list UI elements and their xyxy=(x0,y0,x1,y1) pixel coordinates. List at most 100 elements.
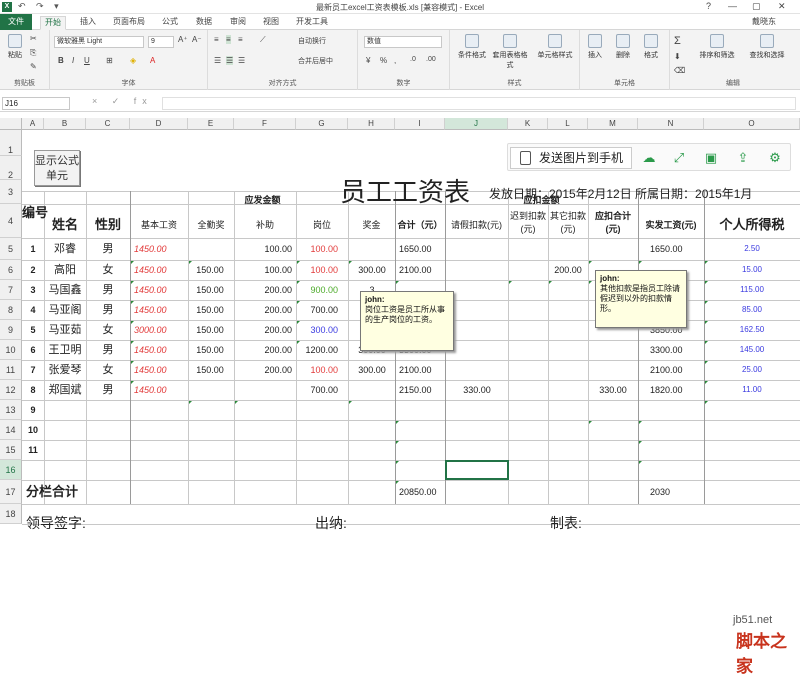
decrease-decimal-icon[interactable]: .00 xyxy=(426,56,436,63)
emp-subsidy[interactable]: 200.00 xyxy=(234,320,292,340)
conditional-format-button[interactable]: 条件格式 xyxy=(454,34,490,60)
tab-review[interactable]: 审阅 xyxy=(230,16,246,30)
percent-icon[interactable]: % xyxy=(380,56,387,65)
emp-bonus[interactable] xyxy=(352,238,392,260)
font-name-select[interactable]: 微软雅黑 Light xyxy=(54,36,144,48)
header-name[interactable]: 姓名 xyxy=(44,213,86,237)
emp-attend[interactable]: 150.00 xyxy=(190,360,230,380)
emp-total[interactable]: 2150.00 xyxy=(399,380,443,400)
formula-input[interactable] xyxy=(162,97,796,110)
emp-post[interactable]: 100.00 xyxy=(296,360,338,380)
row-header-11[interactable]: 11 xyxy=(0,360,22,380)
header-post[interactable]: 岗位 xyxy=(296,213,348,237)
formula-buttons[interactable]: × ✓ fx xyxy=(92,96,153,107)
row-header-15[interactable]: 15 xyxy=(0,440,22,460)
row-header-9[interactable]: 9 xyxy=(0,320,22,340)
emp-name[interactable]: 马亚阁 xyxy=(44,300,86,320)
emp-name[interactable]: 王卫明 xyxy=(44,340,86,360)
column-header-h[interactable]: H xyxy=(348,118,395,130)
emp-base[interactable]: 1450.00 xyxy=(134,260,184,280)
column-header-e[interactable]: E xyxy=(188,118,234,130)
maximize-button[interactable]: ▢ xyxy=(752,1,761,12)
emp-other[interactable] xyxy=(550,320,586,340)
emp-dtotal[interactable] xyxy=(590,340,636,360)
tab-data[interactable]: 数据 xyxy=(196,16,212,30)
emp-leave[interactable] xyxy=(447,238,507,260)
row-header-16[interactable]: 16 xyxy=(0,460,22,480)
comma-icon[interactable]: , xyxy=(394,56,396,65)
emp-late[interactable] xyxy=(510,280,546,300)
emp-late[interactable] xyxy=(510,380,546,400)
emp-bonus[interactable]: 300.00 xyxy=(352,260,392,280)
emp-name[interactable]: 张爱琴 xyxy=(44,360,86,380)
emp-attend[interactable]: 150.00 xyxy=(190,320,230,340)
save-icon[interactable]: ▣ xyxy=(700,147,722,169)
cut-icon[interactable]: ✂ xyxy=(30,34,37,43)
row-header-1[interactable]: 1 xyxy=(0,130,22,156)
emp-leave[interactable] xyxy=(447,260,507,280)
emp-other[interactable] xyxy=(550,238,586,260)
emp-base[interactable]: 1450.00 xyxy=(134,380,184,400)
emp-subsidy[interactable]: 100.00 xyxy=(234,238,292,260)
emp-dtotal[interactable] xyxy=(590,360,636,380)
header-no[interactable]: 编号 xyxy=(22,206,48,238)
currency-icon[interactable]: ¥ xyxy=(366,56,370,65)
emp-base[interactable]: 1450.00 xyxy=(134,360,184,380)
cloud-icon[interactable]: ☁ xyxy=(638,147,660,169)
row-header-2[interactable]: 2 xyxy=(0,156,22,180)
column-header-g[interactable]: G xyxy=(296,118,348,130)
merge-center-button[interactable]: 合并后居中 xyxy=(298,56,333,66)
column-header-a[interactable]: A xyxy=(22,118,44,130)
row-header-17[interactable]: 17 xyxy=(0,480,22,504)
emp-post[interactable]: 700.00 xyxy=(296,300,338,320)
tab-formulas[interactable]: 公式 xyxy=(162,16,178,30)
subtotal-actual[interactable]: 2030 xyxy=(650,480,700,504)
emp-base[interactable]: 1450.00 xyxy=(134,238,184,260)
emp-subsidy[interactable] xyxy=(234,380,292,400)
emp-other[interactable] xyxy=(550,340,586,360)
emp-actual[interactable]: 1650.00 xyxy=(650,238,702,260)
emp-tax[interactable]: 162.50 xyxy=(704,320,800,340)
emp-actual[interactable]: 1820.00 xyxy=(650,380,702,400)
emp-other[interactable]: 200.00 xyxy=(550,260,586,280)
emp-attend[interactable]: 150.00 xyxy=(190,280,230,300)
emp-leave[interactable] xyxy=(447,300,507,320)
format-button[interactable]: 格式 xyxy=(638,34,664,60)
emp-no[interactable]: 4 xyxy=(22,300,44,320)
copy-icon[interactable]: ⎘ xyxy=(30,48,36,58)
row-header-14[interactable]: 14 xyxy=(0,420,22,440)
align-center-icon[interactable]: ☰ xyxy=(226,56,234,65)
emp-no[interactable]: 11 xyxy=(22,440,44,460)
emp-post[interactable]: 100.00 xyxy=(296,238,338,260)
subtotal-label[interactable]: 分栏合计 xyxy=(22,480,130,504)
emp-gender[interactable]: 男 xyxy=(86,280,130,300)
emp-name[interactable]: 邓睿 xyxy=(44,238,86,260)
emp-gender[interactable]: 男 xyxy=(86,300,130,320)
format-as-table-button[interactable]: 套用表格格式 xyxy=(492,34,528,70)
font-size-select[interactable]: 9 xyxy=(148,36,174,48)
emp-late[interactable] xyxy=(510,260,546,280)
emp-leave[interactable]: 330.00 xyxy=(447,380,507,400)
row-header-6[interactable]: 6 xyxy=(0,260,22,280)
emp-post[interactable]: 700.00 xyxy=(296,380,338,400)
tab-developer[interactable]: 开发工具 xyxy=(296,16,328,30)
emp-other[interactable] xyxy=(550,360,586,380)
align-left-icon[interactable]: ☰ xyxy=(214,56,221,65)
emp-post[interactable]: 900.00 xyxy=(296,280,338,300)
emp-post[interactable]: 1200.00 xyxy=(296,340,338,360)
row-header-13[interactable]: 13 xyxy=(0,400,22,420)
emp-subsidy[interactable]: 200.00 xyxy=(234,300,292,320)
active-cell[interactable] xyxy=(445,460,509,480)
header-bonus[interactable]: 奖金 xyxy=(348,213,395,237)
bold-button[interactable]: B xyxy=(58,56,64,65)
align-middle-icon[interactable]: ≡ xyxy=(226,35,231,44)
help-button[interactable]: ? xyxy=(706,1,711,11)
insert-button[interactable]: 插入 xyxy=(582,34,608,60)
column-header-o[interactable]: O xyxy=(704,118,800,130)
grow-font-icon[interactable]: A⁺ xyxy=(178,35,188,44)
column-header-f[interactable]: F xyxy=(234,118,296,130)
header-other[interactable]: 其它扣款(元) xyxy=(548,210,588,240)
column-header-i[interactable]: I xyxy=(395,118,445,130)
paste-button[interactable]: 粘贴 xyxy=(4,34,26,60)
emp-leave[interactable] xyxy=(447,280,507,300)
